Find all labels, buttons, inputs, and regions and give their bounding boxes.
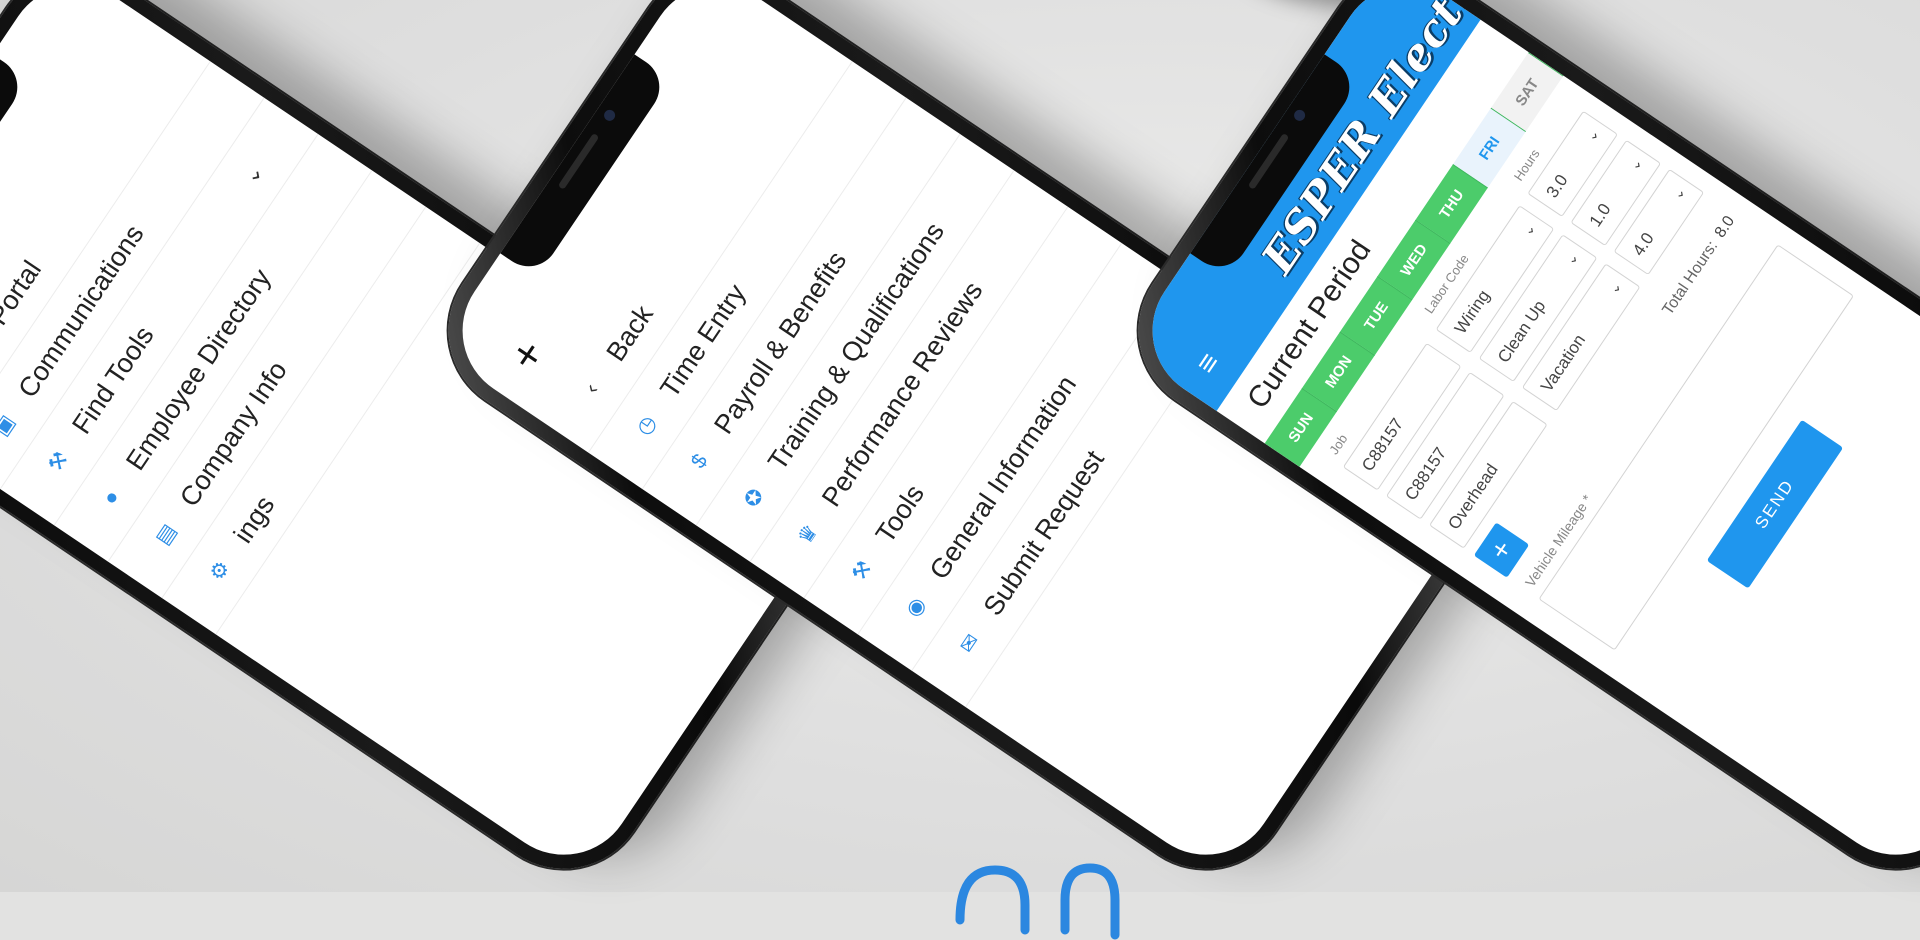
stopwatch-icon: ◷	[631, 411, 661, 440]
job-label: Job	[1326, 431, 1351, 458]
total-hours-value: 8.0	[1711, 212, 1739, 241]
chevron-down-icon: ⌄	[1581, 125, 1602, 144]
back-label: Back	[600, 299, 659, 367]
labor-value: Vacation	[1537, 330, 1590, 396]
id-card-icon: ▤	[150, 519, 181, 549]
person-icon: ●	[98, 485, 125, 510]
job-value: C88157	[1358, 414, 1408, 475]
job-value: C88157	[1401, 443, 1451, 504]
hamburger-menu-icon[interactable]: ≡	[1190, 347, 1228, 381]
chevron-down-icon: ⌄	[1668, 183, 1689, 202]
menu-item-label: ings	[227, 490, 281, 549]
chevron-down-icon: ⌄	[1625, 154, 1645, 173]
paperclip-icon	[955, 863, 1120, 940]
calendar-icon: ▣	[0, 410, 20, 440]
hours-value: 3.0	[1542, 170, 1572, 202]
hours-value: 4.0	[1628, 229, 1658, 260]
dollar-icon: $	[686, 450, 713, 473]
chevron-left-icon: ‹	[580, 379, 604, 398]
trophy-icon: ♛	[792, 520, 823, 549]
wrench-icon: ⚒	[43, 447, 73, 476]
labor-value: Wiring	[1450, 286, 1494, 338]
settings-icon: ⚙	[204, 556, 235, 585]
info-icon: ◉	[900, 592, 931, 621]
certificate-icon: ✪	[739, 484, 769, 512]
close-menu-button[interactable]: +	[500, 331, 555, 380]
chevron-down-icon: ⌄	[1518, 219, 1539, 239]
menu-item-label: Tools	[869, 479, 930, 549]
wrench-icon: ⚒	[846, 556, 877, 585]
chevron-down-icon: ⌄	[1604, 277, 1625, 297]
add-row-button[interactable]: +	[1473, 522, 1530, 578]
submit-icon: ✉	[954, 629, 984, 658]
total-hours-label: Total Hours:	[1659, 238, 1722, 319]
hours-value: 1.0	[1585, 200, 1615, 231]
chevron-down-icon: ⌄	[1561, 248, 1582, 268]
